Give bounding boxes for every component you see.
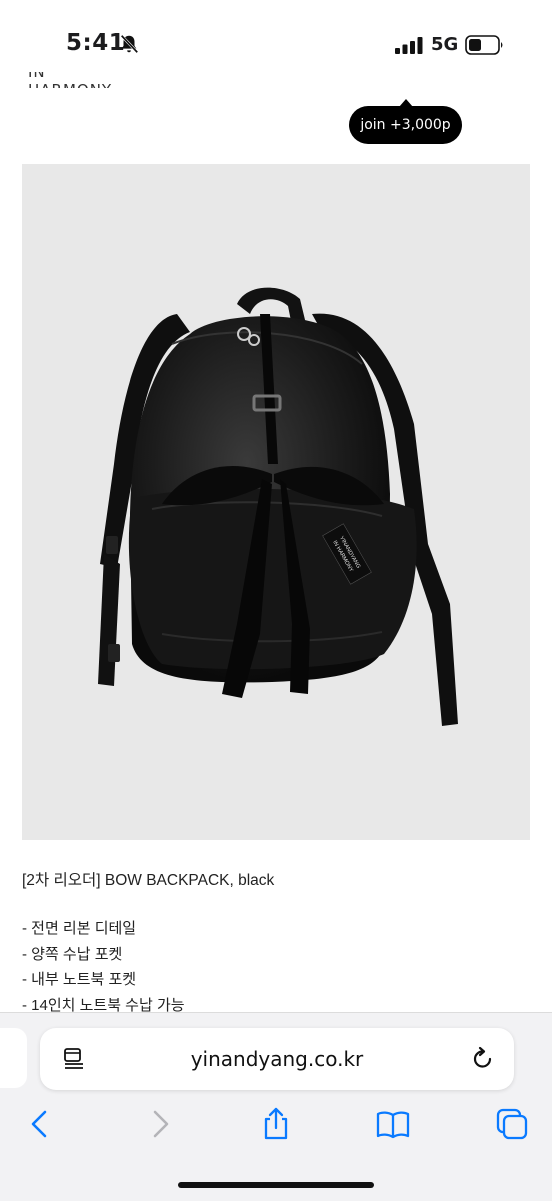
network-type: 5G <box>431 34 459 55</box>
home-indicator[interactable] <box>178 1182 374 1188</box>
status-bar: 5:41 5G <box>0 0 552 80</box>
previous-tab-preview[interactable] <box>0 1028 27 1088</box>
feature-item: - 양쪽 수납 포켓 <box>22 945 123 963</box>
forward-icon[interactable] <box>142 1106 178 1142</box>
feature-item: - 전면 리본 디테일 <box>22 920 137 937</box>
backpack-illustration: YINANDYANG IN HARMONY <box>98 287 458 726</box>
browser-chrome: yinandyang.co.kr <box>0 1012 552 1201</box>
bell-slash-icon <box>120 34 139 54</box>
back-icon[interactable] <box>22 1106 58 1142</box>
product-image[interactable]: YINANDYANG IN HARMONY <box>22 164 530 840</box>
feature-list: - 전면 리본 디테일 - 양쪽 수납 포켓 - 내부 노트북 포켓 - 14인… <box>22 918 185 1020</box>
reload-icon[interactable] <box>470 1046 496 1072</box>
join-points-tooltip[interactable]: join +3,000p <box>349 99 462 144</box>
status-time: 5:41 <box>66 30 126 56</box>
cut-off-text: IN HARMONY <box>28 72 111 88</box>
share-icon[interactable] <box>258 1106 294 1142</box>
signal-icon <box>395 37 423 54</box>
product-title: [2차 리오더] BOW BACKPACK, black <box>22 872 275 889</box>
feature-item: - 내부 노트북 포켓 <box>22 971 137 988</box>
bookmarks-icon[interactable] <box>375 1106 411 1142</box>
address-bar[interactable]: yinandyang.co.kr <box>40 1028 514 1090</box>
tabs-icon[interactable] <box>494 1106 530 1142</box>
url-text[interactable]: yinandyang.co.kr <box>40 1028 514 1090</box>
battery-icon <box>465 35 503 55</box>
